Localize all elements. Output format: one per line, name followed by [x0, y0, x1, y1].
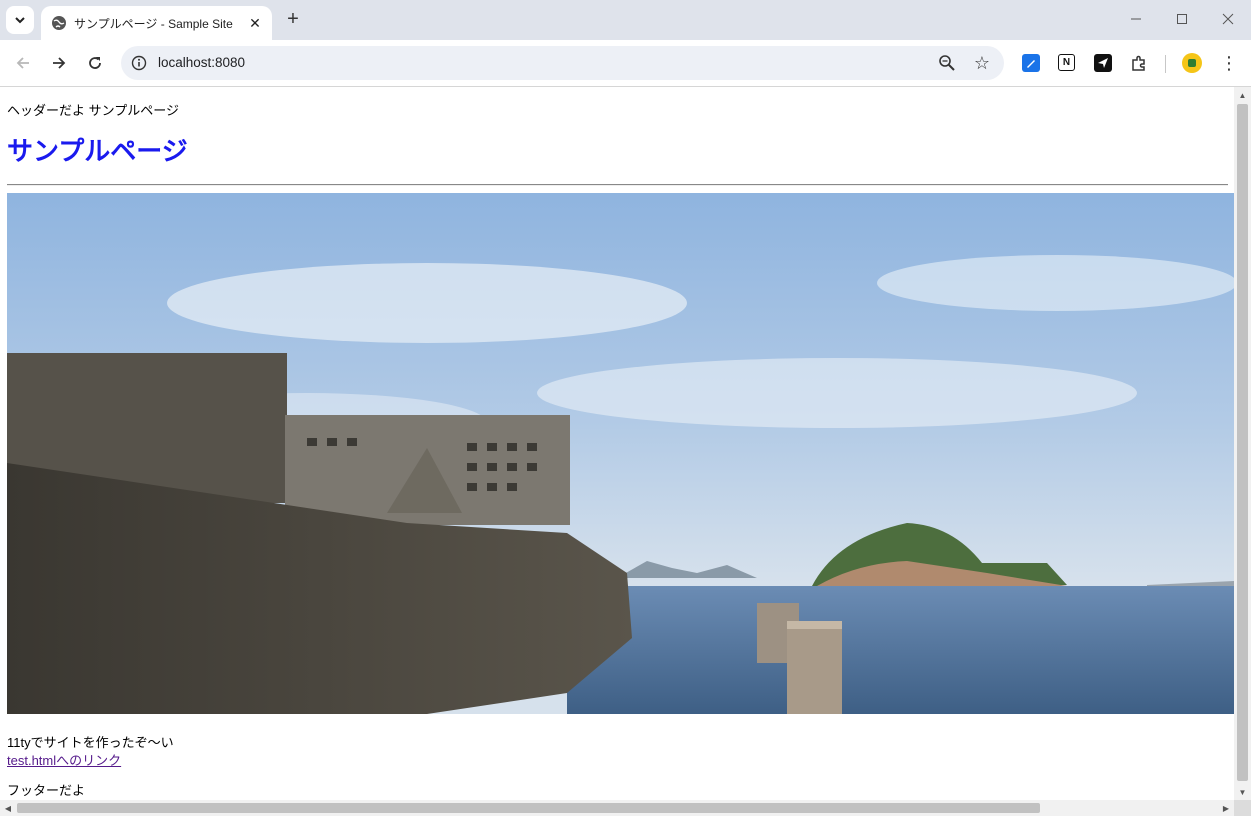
globe-icon: [51, 15, 67, 31]
vertical-scrollbar[interactable]: ▲ ▼: [1234, 87, 1251, 800]
url-text[interactable]: localhost:8080: [158, 55, 245, 70]
body-text: 11tyでサイトを作ったぞ〜い: [7, 735, 174, 750]
horizontal-scroll-thumb[interactable]: [17, 803, 1040, 813]
minimize-button[interactable]: [1121, 8, 1151, 30]
tab-search-button[interactable]: [6, 6, 34, 34]
profile-avatar-icon[interactable]: [1182, 53, 1202, 73]
send-icon[interactable]: [1094, 54, 1112, 72]
pencil-extension-icon[interactable]: [1022, 54, 1040, 72]
close-window-button[interactable]: [1213, 8, 1243, 30]
address-bar[interactable]: localhost:8080 ☆: [121, 46, 1004, 80]
scroll-up-icon[interactable]: ▲: [1234, 87, 1251, 103]
zoom-icon[interactable]: [938, 54, 956, 72]
minimize-icon: [1131, 18, 1141, 20]
notion-icon[interactable]: N: [1058, 54, 1075, 71]
site-info-icon[interactable]: [131, 55, 147, 71]
scrollbar-corner: [1234, 800, 1251, 816]
chevron-down-icon: [15, 17, 25, 24]
site-footer: フッターだよ: [7, 783, 86, 798]
puzzle-extensions-icon[interactable]: [1130, 54, 1148, 72]
horizontal-scrollbar[interactable]: ◀ ▶: [0, 800, 1234, 816]
close-tab-icon[interactable]: ✕: [246, 14, 264, 32]
page-title: サンプルページ: [7, 136, 188, 166]
close-icon: [1222, 13, 1234, 25]
back-arrow-icon: [16, 57, 29, 69]
forward-arrow-icon: [53, 57, 66, 69]
hero-photo: [7, 193, 1234, 714]
toolbar-divider: [1165, 55, 1166, 73]
reload-button[interactable]: [83, 51, 107, 75]
forward-button[interactable]: [47, 51, 71, 75]
page-viewport: ヘッダーだよ サンプルページ サンプルページ 11tyでサイトを作ったぞ〜い t…: [0, 87, 1234, 800]
scroll-down-icon[interactable]: ▼: [1234, 784, 1251, 800]
browser-toolbar: localhost:8080 ☆ N ⋮: [0, 40, 1251, 87]
bookmark-star-icon[interactable]: ☆: [974, 53, 990, 73]
tab-title: サンプルページ - Sample Site: [74, 16, 233, 31]
new-tab-button[interactable]: +: [282, 8, 304, 30]
scroll-right-icon[interactable]: ▶: [1218, 800, 1234, 816]
active-tab[interactable]: サンプルページ - Sample Site ✕: [41, 6, 272, 40]
site-header: ヘッダーだよ サンプルページ: [7, 103, 179, 118]
more-menu-icon[interactable]: ⋮: [1219, 52, 1239, 74]
reload-icon: [89, 57, 101, 69]
maximize-button[interactable]: [1167, 8, 1197, 30]
test-page-link[interactable]: test.htmlへのリンク: [7, 750, 121, 769]
tab-strip: サンプルページ - Sample Site ✕ +: [0, 0, 1251, 40]
back-button[interactable]: [11, 51, 35, 75]
maximize-icon: [1177, 14, 1187, 24]
scroll-left-icon[interactable]: ◀: [0, 800, 16, 816]
horizontal-rule: [7, 184, 1228, 186]
vertical-scroll-thumb[interactable]: [1237, 104, 1248, 781]
